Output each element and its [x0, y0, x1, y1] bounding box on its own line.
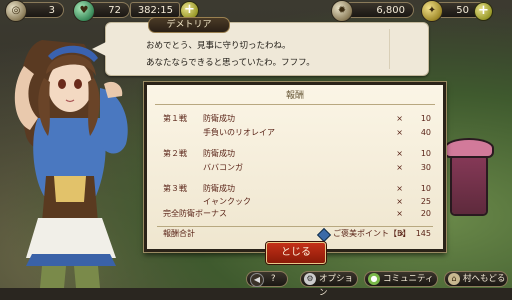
gem-counter: ✦ 50 +	[421, 0, 493, 22]
back-arrow-icon: ◀	[250, 273, 264, 287]
gem-icon: ✦	[421, 0, 443, 22]
community-button[interactable]: ● コミュニティ	[364, 271, 438, 287]
reward-row: 手負いのリオレイア × 40	[203, 128, 431, 137]
gold-counter: ✹ 6,800	[331, 0, 414, 22]
option-button[interactable]: ⚙ オプション	[300, 271, 358, 298]
chat-icon: ●	[368, 273, 380, 285]
dialog-tail	[92, 41, 108, 57]
reward-row: 第３戦 防衛成功 × 10	[163, 184, 431, 193]
close-button[interactable]: とじる	[266, 242, 326, 264]
return-village-button[interactable]: ⌂ 村へもどる	[444, 271, 508, 287]
village-building	[446, 140, 492, 214]
reward-row: イャンクック × 25	[203, 197, 431, 206]
total-label: 報酬合計	[163, 229, 195, 238]
reward-row: 完全防衛ボーナス × 20	[163, 209, 431, 218]
help-button[interactable]: ◀ ?	[246, 271, 288, 287]
gear-icon: ⚙	[304, 273, 316, 285]
reward-panel: 報酬 第１戦 防衛成功 × 10 手負いのリオレイア × 40 第２戦 防衛成功…	[144, 82, 446, 252]
village-icon: ⌂	[448, 273, 460, 285]
reward-row: 第１戦 防衛成功 × 10	[163, 114, 431, 123]
add-gems-button[interactable]: +	[474, 2, 493, 21]
stamina-icon: ◎	[5, 0, 27, 22]
stamina-counter: ◎ 3	[5, 0, 64, 22]
hp-counter: ♥ 72	[73, 0, 130, 22]
reward-header: 報酬	[155, 88, 435, 105]
speaker-name: デメトリア	[148, 17, 230, 33]
timer-display: 382:15	[130, 2, 180, 18]
dialog-line-2: あなたならできると思っていたわ。フフフ。	[146, 58, 315, 68]
dialog-ornament	[389, 29, 420, 69]
reward-row: 第２戦 防衛成功 × 10	[163, 149, 431, 158]
gold-icon: ✹	[331, 0, 353, 22]
reward-total-row: 報酬合計 ご褒美ポイント【B】 × 145	[157, 226, 433, 243]
total-value: 145	[415, 229, 431, 238]
hp-icon: ♥	[73, 0, 95, 22]
reward-row: ババコンガ × 30	[203, 163, 431, 172]
reward-point-icon	[316, 227, 332, 243]
dialog-line-1: おめでとう、見事に守り切ったわね。	[146, 41, 291, 51]
